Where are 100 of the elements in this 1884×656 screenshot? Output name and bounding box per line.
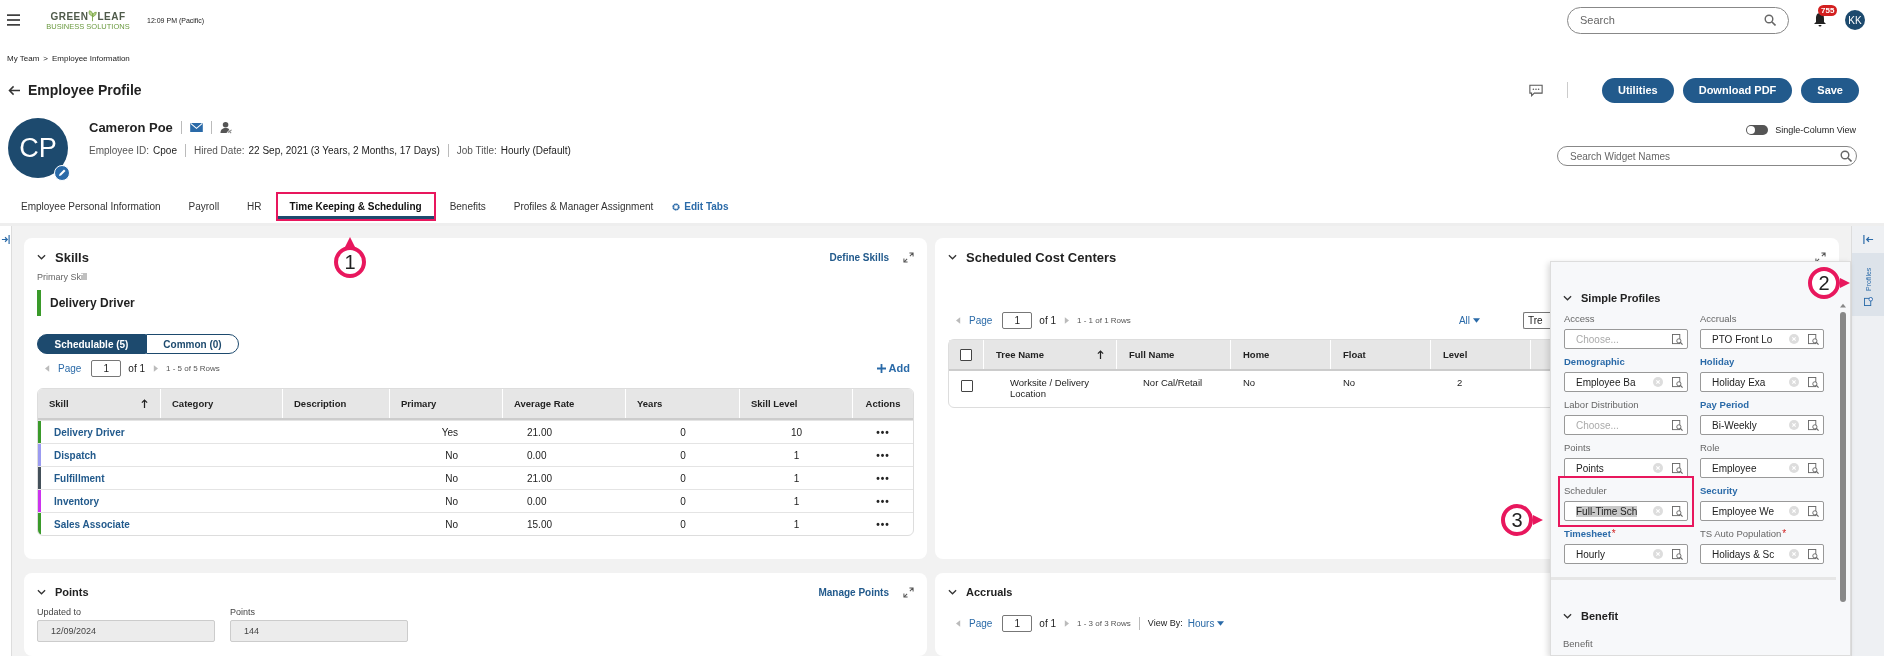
skill-link[interactable]: Inventory [38,490,161,512]
gear-icon [671,201,682,212]
page-input[interactable]: 1 [1002,311,1033,329]
row-actions-button[interactable]: ••• [853,467,913,489]
table-cell-text: 1 [792,448,801,463]
page-input[interactable]: 1 [1002,614,1033,632]
column-header[interactable]: Description [283,389,390,418]
lookup-icon[interactable] [1808,376,1819,388]
column-header[interactable]: Skill [38,389,161,418]
back-arrow-icon[interactable] [8,84,21,96]
scrollbar[interactable] [1840,312,1846,602]
detail-label: Employee ID: [89,145,150,156]
search-icon [1840,150,1852,162]
chevron-down-icon[interactable] [948,254,957,260]
read-only-field: 12/09/2024 [37,620,215,642]
toggle-switch[interactable] [1746,125,1769,135]
column-header[interactable]: Actions [853,389,913,418]
define-skills-link[interactable]: Define Skills [829,251,889,263]
lookup-field[interactable]: Employee We [1700,501,1824,521]
lookup-icon[interactable] [1808,462,1819,474]
column-header[interactable]: Skill Level [740,389,853,418]
tab[interactable]: Payroll [174,192,234,221]
column-header[interactable]: Years [626,389,740,418]
column-header[interactable]: Category [161,389,283,418]
collapse-panel-icon[interactable] [1862,234,1874,245]
lookup-icon[interactable] [1672,505,1683,517]
column-header[interactable]: Level [1431,340,1531,369]
lookup-icon[interactable] [1672,376,1683,388]
lookup-field[interactable]: Employee [1700,458,1824,478]
menu-icon[interactable] [7,14,20,26]
checkbox[interactable] [960,380,973,392]
lookup-icon[interactable] [1808,505,1819,517]
chevron-down-icon[interactable] [37,589,46,595]
lookup-icon[interactable] [1672,419,1683,431]
user-avatar[interactable]: KK [1845,10,1865,30]
lookup-icon[interactable] [1808,419,1819,431]
segment-button[interactable]: Schedulable (5) [37,334,146,354]
lookup-icon[interactable] [1672,462,1683,474]
employee-avatar: CP [8,118,68,178]
lookup-field[interactable]: Bi-Weekly [1700,415,1824,435]
lookup-icon[interactable] [1808,333,1819,345]
row-actions-button[interactable]: ••• [853,444,913,466]
expand-icon[interactable] [1815,251,1826,263]
expand-icon[interactable] [903,586,914,598]
lookup-field[interactable]: Holidays & Sc [1700,544,1824,564]
lookup-icon[interactable] [1672,333,1683,345]
chevron-down-icon[interactable] [948,589,957,595]
lookup-field[interactable]: Holiday Exa [1700,372,1824,392]
action-button[interactable]: Download PDF [1682,77,1793,103]
lookup-field[interactable]: Hourly [1564,544,1688,564]
lookup-icon[interactable] [1672,548,1683,560]
expand-icon[interactable] [903,251,914,263]
action-button[interactable]: Save [1801,77,1859,103]
checkbox[interactable] [960,348,972,361]
row-actions-button[interactable]: ••• [853,490,913,512]
action-button[interactable]: Utilities [1601,77,1674,103]
table-cell-text: 0 [679,425,687,440]
page-input[interactable]: 1 [91,359,122,377]
user-link-icon[interactable] [219,121,233,134]
tab[interactable]: Time Keeping & Scheduling [275,192,436,221]
column-header[interactable]: Full Name [1117,340,1231,369]
lookup-field[interactable]: Full-Time Sch [1564,501,1688,521]
column-header[interactable]: Primary [390,389,503,418]
mail-icon[interactable] [189,123,203,132]
lookup-field[interactable]: Employee Ba [1564,372,1688,392]
manage-points-link[interactable]: Manage Points [818,586,889,598]
tab[interactable]: HR [233,192,276,221]
skill-link[interactable]: Delivery Driver [38,421,161,443]
expand-panel-icon[interactable] [1,234,10,245]
skill-link[interactable]: Dispatch [38,444,161,466]
column-header[interactable]: Tree Name [984,340,1117,369]
breadcrumb-link[interactable]: My Team [7,53,40,63]
tab[interactable]: Profiles & Manager Assignment [499,192,668,221]
view-by-dropdown[interactable]: Hours [1187,617,1225,629]
tab[interactable]: Benefits [435,192,500,221]
filter-dropdown[interactable]: All [1458,314,1480,326]
segment-button[interactable]: Common (0) [146,334,239,354]
field-label: Demographic [1564,356,1625,367]
add-button[interactable]: Add [876,362,910,374]
tab[interactable]: Employee Personal Information [7,192,175,221]
chevron-down-icon[interactable] [37,254,46,260]
skill-link[interactable]: Sales Associate [38,513,161,535]
row-actions-button[interactable]: ••• [853,421,913,443]
column-header[interactable]: Average Rate [503,389,626,418]
column-header[interactable]: Home [1231,340,1331,369]
comment-icon[interactable] [1528,83,1543,97]
column-header[interactable]: Float [1331,340,1431,369]
edit-tabs-link[interactable]: Edit Tabs [671,201,729,212]
lookup-field[interactable]: Points [1564,458,1688,478]
chevron-down-icon[interactable] [1563,295,1572,301]
lookup-icon[interactable] [1808,548,1819,560]
field-label: Role [1700,442,1720,453]
row-actions-button[interactable]: ••• [853,513,913,535]
skill-link[interactable]: Fulfillment [38,467,161,489]
scroll-up-icon[interactable] [1840,303,1846,308]
chevron-down-icon[interactable] [1563,613,1572,619]
lookup-field[interactable]: PTO Front Lo [1700,329,1824,349]
plus-icon [876,363,886,373]
primary-skill: Delivery Driver [37,290,144,316]
edit-icon[interactable] [54,165,70,181]
